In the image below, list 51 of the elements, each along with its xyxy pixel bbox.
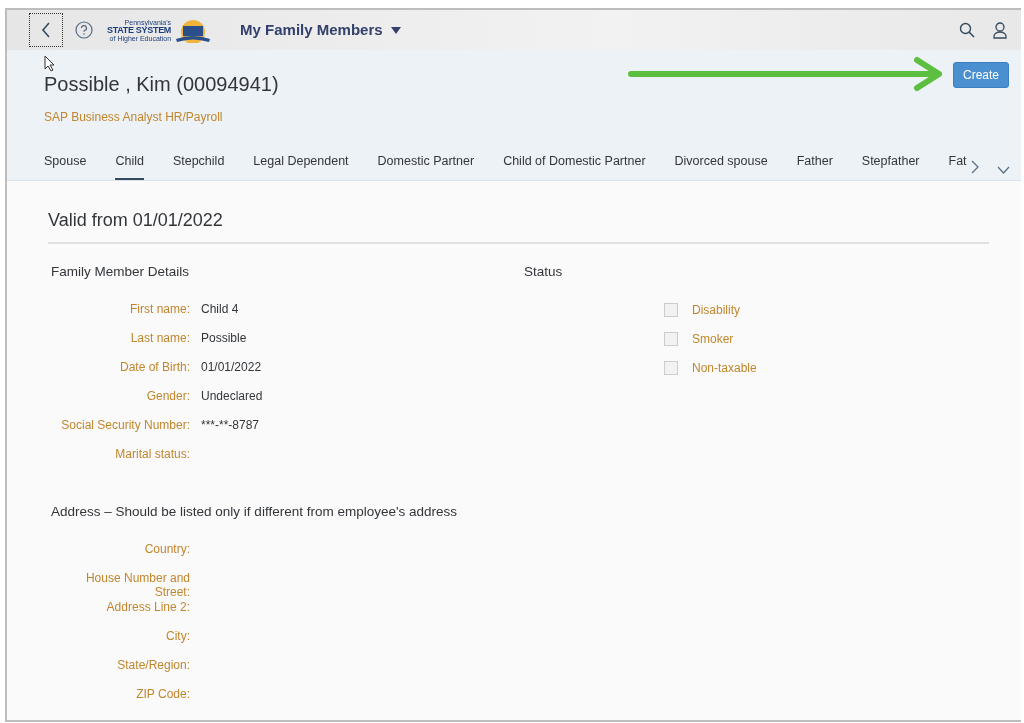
field-label: First name:	[129, 302, 191, 316]
section-title: Valid from 01/01/2022	[48, 206, 989, 244]
logo-emblem-icon	[174, 17, 213, 43]
tab-scroll-right-icon[interactable]	[970, 159, 979, 174]
tab[interactable]: Fat	[948, 148, 967, 180]
checkbox[interactable]	[664, 331, 678, 346]
tab[interactable]: Stepchild	[172, 148, 225, 180]
app-title-menu[interactable]: My Family Members	[240, 18, 401, 42]
field-label: Country:	[143, 542, 191, 557]
job-subtitle: SAP Business Analyst HR/Payroll	[44, 109, 224, 126]
field-value: Undeclared	[201, 389, 263, 403]
tab-overflow-icon[interactable]	[996, 165, 1010, 174]
help-icon[interactable]	[75, 21, 93, 39]
checkbox-label: Disability	[692, 301, 740, 319]
field-label: State/Region:	[116, 658, 191, 673]
field-label: Social Security Number:	[60, 418, 191, 432]
field-label: Date of Birth:	[118, 360, 191, 374]
tab[interactable]: Child of Domestic Partner	[503, 148, 646, 180]
group-title: Address – Should be listed only if different from employee's address	[51, 503, 459, 521]
checkbox-label: Smoker	[692, 330, 734, 348]
field-label: Marital status:	[114, 447, 191, 461]
field-value: Possible	[201, 331, 247, 345]
group-title: Family Member Details	[51, 262, 191, 281]
tab[interactable]: Spouse	[44, 148, 87, 180]
tab[interactable]: Stepfather	[861, 148, 920, 180]
checkbox-label: Non-taxable	[692, 359, 757, 377]
caret-icon	[390, 26, 401, 34]
field-value: ***-**-8787	[201, 418, 260, 432]
tab[interactable]: Father	[796, 148, 833, 180]
cursor-icon	[44, 55, 55, 72]
field-label: Address Line 2:	[105, 600, 191, 615]
field-label: Gender:	[145, 389, 191, 403]
tab[interactable]: Legal Dependent	[253, 148, 349, 180]
field-label: City:	[165, 629, 191, 644]
back-icon	[41, 22, 51, 38]
search-icon[interactable]	[959, 22, 975, 38]
checkbox[interactable]	[664, 302, 678, 317]
user-icon[interactable]	[993, 21, 1007, 39]
logo-text: STATE SYSTEM	[107, 25, 172, 35]
field-label: Last name:	[129, 331, 191, 345]
back-button[interactable]	[29, 13, 63, 47]
field-label: House Number and Street:	[84, 571, 191, 600]
tab[interactable]: Divorced spouse	[674, 148, 768, 180]
tab[interactable]: Child	[115, 148, 144, 180]
page-title: Possible , Kim (00094941)	[44, 72, 279, 96]
group-title: Status	[524, 262, 564, 281]
tab[interactable]: Domestic Partner	[377, 148, 475, 180]
field-label: ZIP Code:	[135, 687, 191, 702]
checkbox[interactable]	[664, 360, 678, 375]
field-value: Child 4	[201, 302, 239, 316]
field-value: 01/01/2022	[201, 360, 262, 374]
